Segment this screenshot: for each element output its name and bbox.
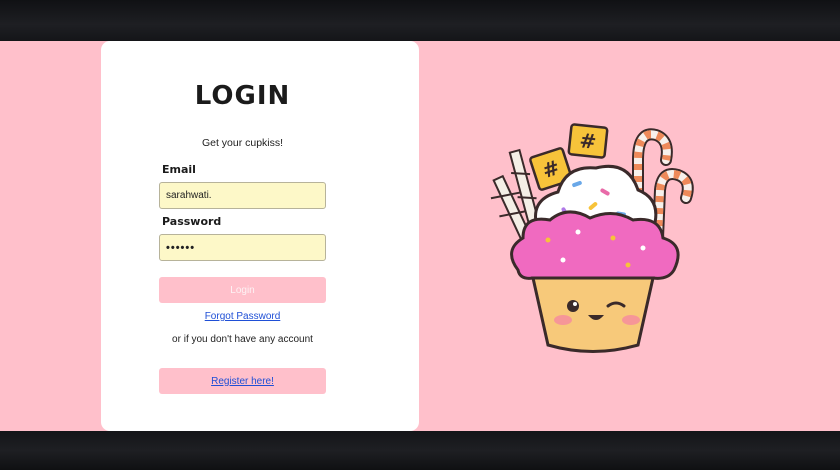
- register-link[interactable]: Register here!: [211, 376, 274, 387]
- register-button[interactable]: Register here!: [159, 368, 326, 394]
- email-value: sarahwati.: [166, 190, 212, 201]
- email-field[interactable]: sarahwati.: [159, 182, 326, 209]
- forgot-password-link[interactable]: Forgot Password: [205, 311, 281, 322]
- login-button[interactable]: Login: [159, 277, 326, 303]
- forgot-password-row: Forgot Password: [101, 311, 384, 322]
- page-title: LOGIN: [194, 81, 291, 111]
- frosting-icon: [510, 210, 680, 280]
- bottom-dark-bar: [0, 431, 840, 470]
- password-field[interactable]: ••••••: [159, 234, 326, 261]
- svg-text:#: #: [578, 128, 597, 154]
- top-dark-bar: [0, 0, 840, 41]
- or-text: or if you don't have any account: [172, 334, 313, 345]
- email-label: Email: [162, 163, 196, 176]
- password-value: ••••••: [166, 241, 196, 254]
- cupcake-illustration-icon: # #: [488, 120, 698, 355]
- login-card: LOGIN Get your cupkiss! Email sarahwati.…: [101, 41, 419, 431]
- subtitle: Get your cupkiss!: [201, 137, 284, 149]
- login-page: LOGIN Get your cupkiss! Email sarahwati.…: [0, 41, 840, 431]
- password-label: Password: [162, 215, 222, 228]
- cupcake-cup-icon: [531, 276, 655, 353]
